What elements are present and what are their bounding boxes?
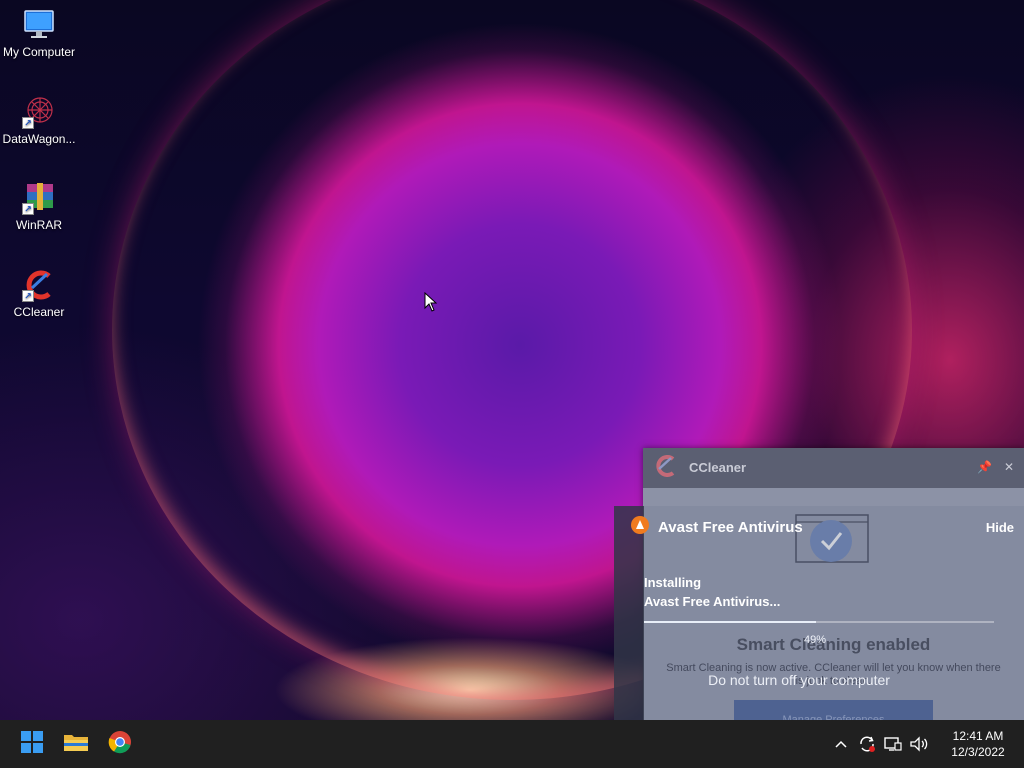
clock-date: 12/3/2022 <box>951 745 1005 759</box>
show-hidden-icons-button[interactable] <box>828 739 854 749</box>
winrar-icon: ↗ <box>22 181 56 215</box>
shortcut-arrow-icon: ↗ <box>22 290 34 302</box>
monitor-icon <box>22 8 56 42</box>
shortcut-arrow-icon: ↗ <box>22 117 34 129</box>
volume-icon[interactable] <box>906 735 932 753</box>
avast-installer-overlay: Avast Free Antivirus Hide Installing Ava… <box>614 506 1024 720</box>
desktop-icon-my-computer[interactable]: My Computer <box>0 8 78 59</box>
install-progress-bar <box>644 621 994 623</box>
avast-logo-icon <box>630 515 650 539</box>
taskbar-file-explorer[interactable] <box>54 724 98 764</box>
clock[interactable]: 12:41 AM 12/3/2022 <box>932 728 1024 760</box>
windows-start-icon <box>20 730 44 759</box>
folder-icon <box>63 731 89 758</box>
start-button[interactable] <box>10 724 54 764</box>
network-icon[interactable] <box>880 735 906 753</box>
avast-title-bar: Avast Free Antivirus Hide <box>630 516 1014 538</box>
install-progress-text: 49% <box>804 634 827 646</box>
ccleaner-app-name: CCleaner <box>689 459 747 475</box>
desktop-icon-label: DataWagon... <box>2 132 76 146</box>
avast-status-line2: Avast Free Antivirus... <box>644 594 781 609</box>
desktop-icon-winrar[interactable]: ↗ WinRAR <box>0 181 78 232</box>
hide-button[interactable]: Hide <box>986 520 1014 535</box>
desktop-icon-label: My Computer <box>2 45 76 59</box>
install-progress-fill <box>644 621 816 623</box>
desktop-icon-ccleaner[interactable]: ↗ CCleaner <box>0 268 78 319</box>
chrome-icon <box>108 730 132 759</box>
clock-time: 12:41 AM <box>952 729 1004 743</box>
avast-title: Avast Free Antivirus <box>658 518 803 536</box>
avast-status: Installing Avast Free Antivirus... <box>644 573 780 611</box>
system-tray: 12:41 AM 12/3/2022 <box>828 720 1024 768</box>
ccleaner-header: CCleaner 📌 ✕ <box>643 448 1024 486</box>
datawagon-icon: ↗ <box>22 95 56 129</box>
shortcut-arrow-icon: ↗ <box>22 203 34 215</box>
mouse-cursor-icon <box>424 291 438 317</box>
desktop-icon-label: WinRAR <box>15 218 62 232</box>
close-icon[interactable]: ✕ <box>1004 460 1014 474</box>
desktop-icon-datawagon[interactable]: ↗ DataWagon... <box>0 95 78 146</box>
sync-icon[interactable] <box>854 734 880 754</box>
pin-icon[interactable]: 📌 <box>977 460 992 474</box>
avast-warning: Do not turn off your computer <box>708 672 890 688</box>
desktop-icon-label: CCleaner <box>13 305 65 319</box>
taskbar-chrome[interactable] <box>98 724 142 764</box>
avast-status-line1: Installing <box>644 575 702 590</box>
ccleaner-icon: ↗ <box>22 268 56 302</box>
ccleaner-logo-icon <box>653 454 679 480</box>
taskbar: 12:41 AM 12/3/2022 <box>0 720 1024 768</box>
